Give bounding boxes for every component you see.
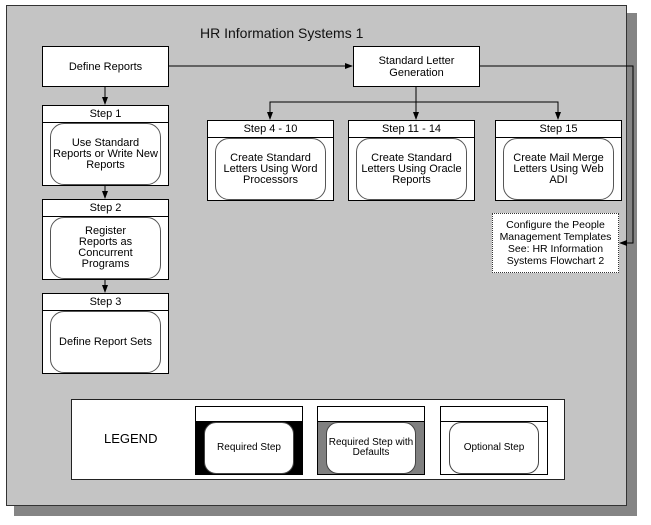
legend: LEGEND Required Step Required Step with … [71,399,565,480]
legend-required-step: Required Step [195,406,303,475]
step-2-node[interactable]: Step 2 Register Reports as Concurrent Pr… [42,199,169,280]
step-2-header: Step 2 [43,200,168,217]
legend-optional-step-label: Optional Step [449,422,539,474]
reference-note-node[interactable]: Configure the People Management Template… [492,213,619,273]
flowchart-title: HR Information Systems 1 [200,25,364,41]
step-15-header: Step 15 [496,121,621,138]
define-reports-node[interactable]: Define Reports [42,46,169,87]
step-11-14-node[interactable]: Step 11 - 14 Create Standard Letters Usi… [348,120,475,201]
step-1-label: Use Standard Reports or Write New Report… [50,123,161,185]
step-2-label: Register Reports as Concurrent Programs [50,217,161,279]
step-11-14-header: Step 11 - 14 [349,121,474,138]
legend-required-step-header [196,407,302,422]
standard-letter-generation-node[interactable]: Standard Letter Generation [353,46,480,87]
legend-required-step-defaults-header [318,407,424,422]
legend-optional-step-header [441,407,547,422]
step-3-label: Define Report Sets [50,311,161,373]
step-4-10-header: Step 4 - 10 [208,121,333,138]
step-4-10-node[interactable]: Step 4 - 10 Create Standard Letters Usin… [207,120,334,201]
step-1-header: Step 1 [43,106,168,123]
step-15-label: Create Mail Merge Letters Using Web ADI [503,138,614,200]
step-3-node[interactable]: Step 3 Define Report Sets [42,293,169,374]
reference-note-label: Configure the People Management Template… [499,219,612,267]
step-15-node[interactable]: Step 15 Create Mail Merge Letters Using … [495,120,622,201]
legend-required-step-defaults: Required Step with Defaults [317,406,425,475]
define-reports-label: Define Reports [68,60,143,73]
step-1-node[interactable]: Step 1 Use Standard Reports or Write New… [42,105,169,186]
legend-optional-step: Optional Step [440,406,548,475]
step-4-10-label: Create Standard Letters Using Word Proce… [215,138,326,200]
standard-letter-generation-label: Standard Letter Generation [378,54,455,79]
legend-required-step-defaults-label: Required Step with Defaults [326,422,416,474]
legend-title: LEGEND [104,431,158,446]
step-3-header: Step 3 [43,294,168,311]
step-11-14-label: Create Standard Letters Using Oracle Rep… [356,138,467,200]
legend-required-step-label: Required Step [204,422,294,474]
